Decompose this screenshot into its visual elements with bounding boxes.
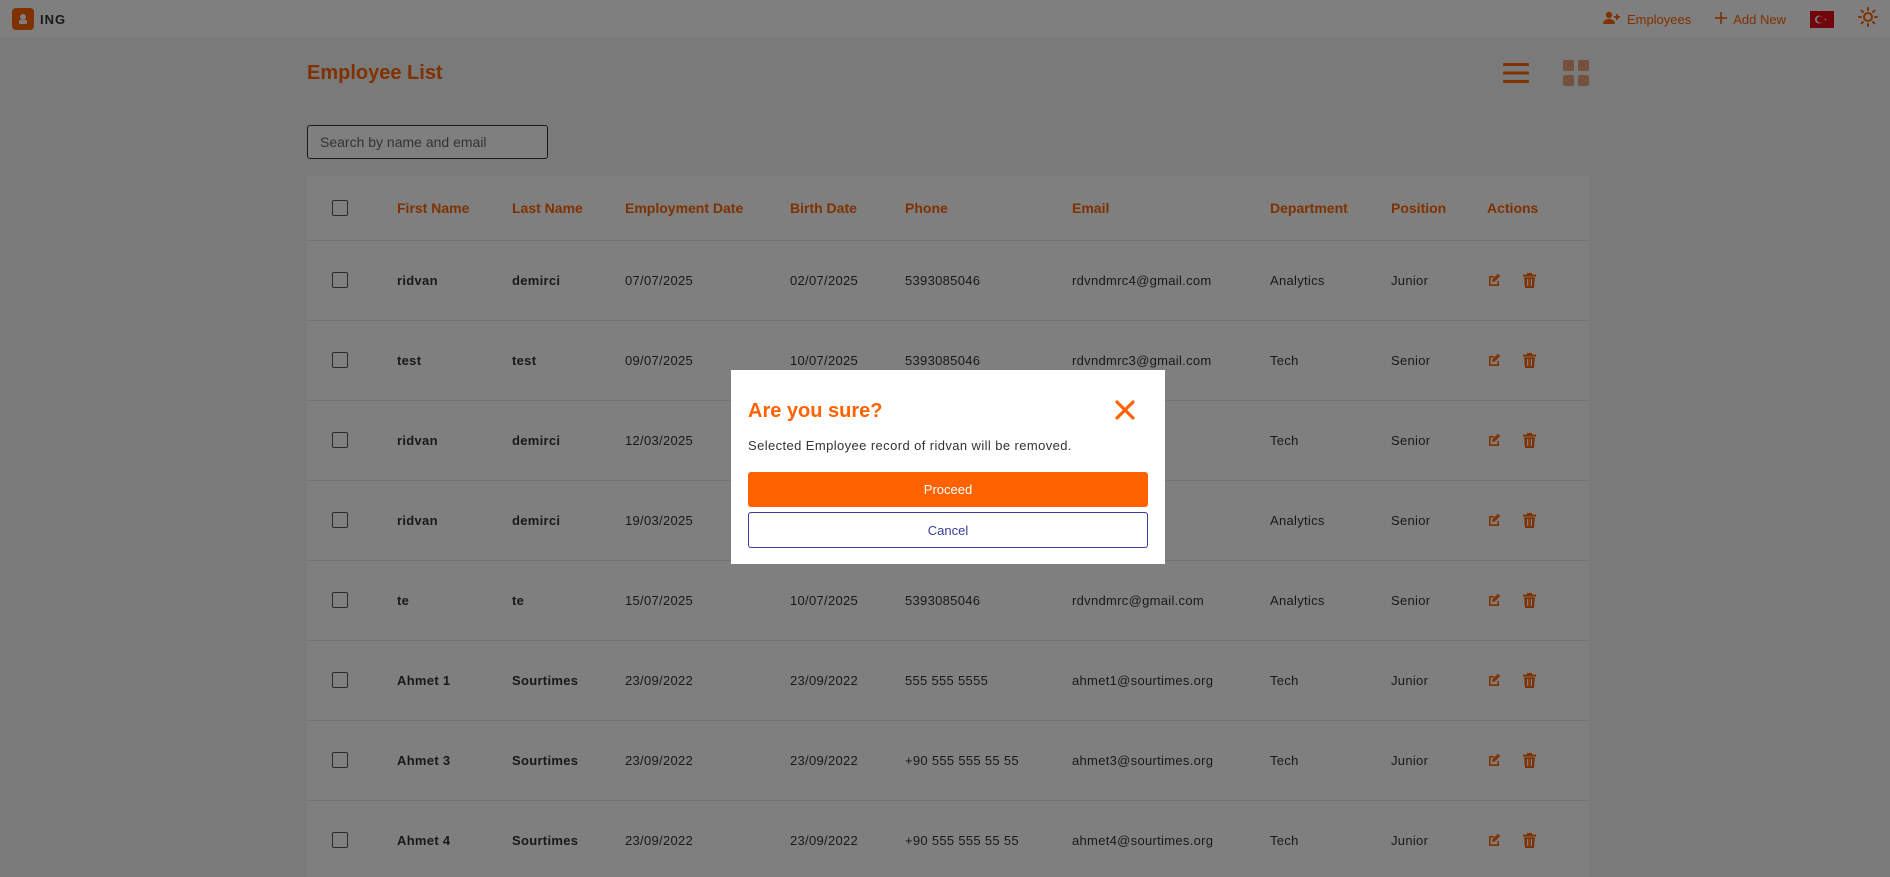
confirm-dialog: Are you sure? Selected Employee record o… — [731, 370, 1165, 564]
cancel-button[interactable]: Cancel — [748, 512, 1148, 548]
dialog-message: Selected Employee record of ridvan will … — [748, 438, 1072, 453]
close-icon[interactable] — [1115, 400, 1135, 425]
dialog-title: Are you sure? — [748, 400, 883, 422]
proceed-button[interactable]: Proceed — [748, 472, 1148, 507]
